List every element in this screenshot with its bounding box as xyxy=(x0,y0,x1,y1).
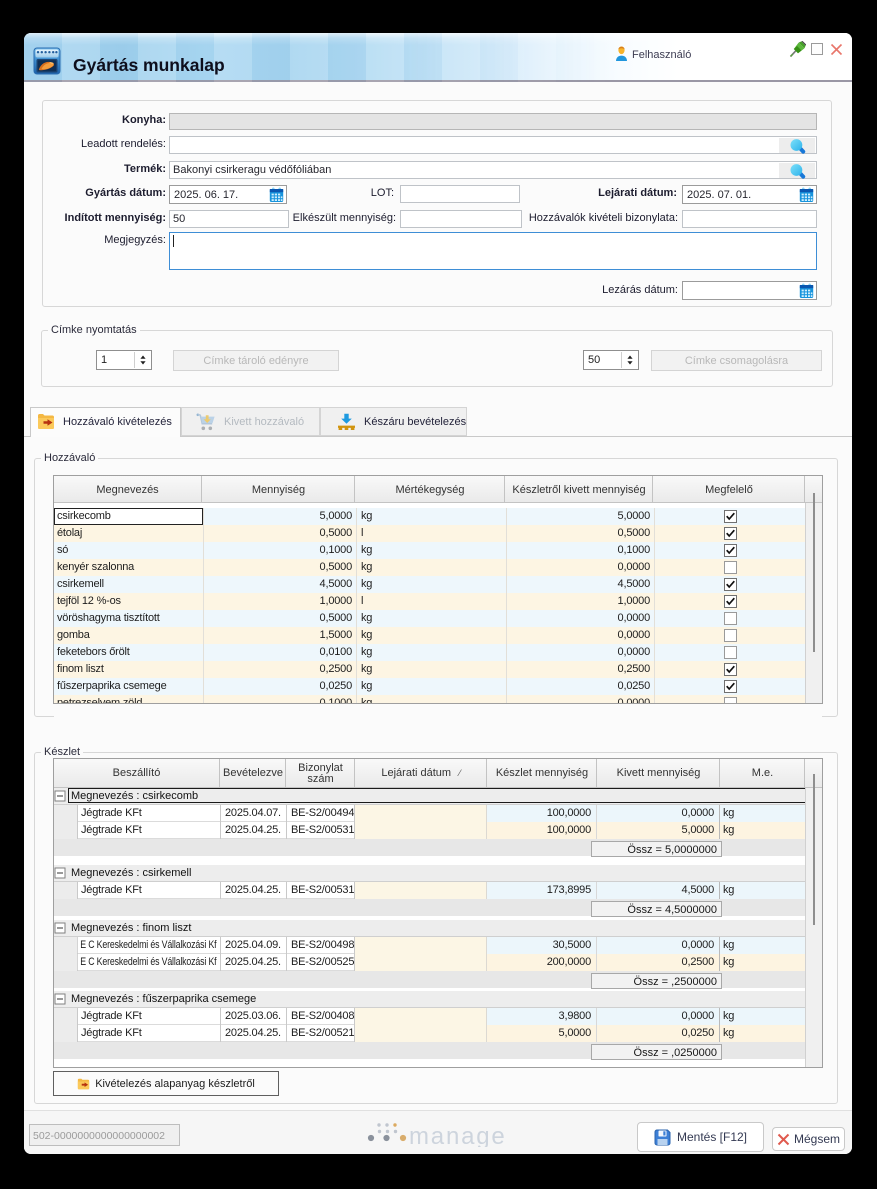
svg-text:manage: manage xyxy=(409,1123,507,1147)
